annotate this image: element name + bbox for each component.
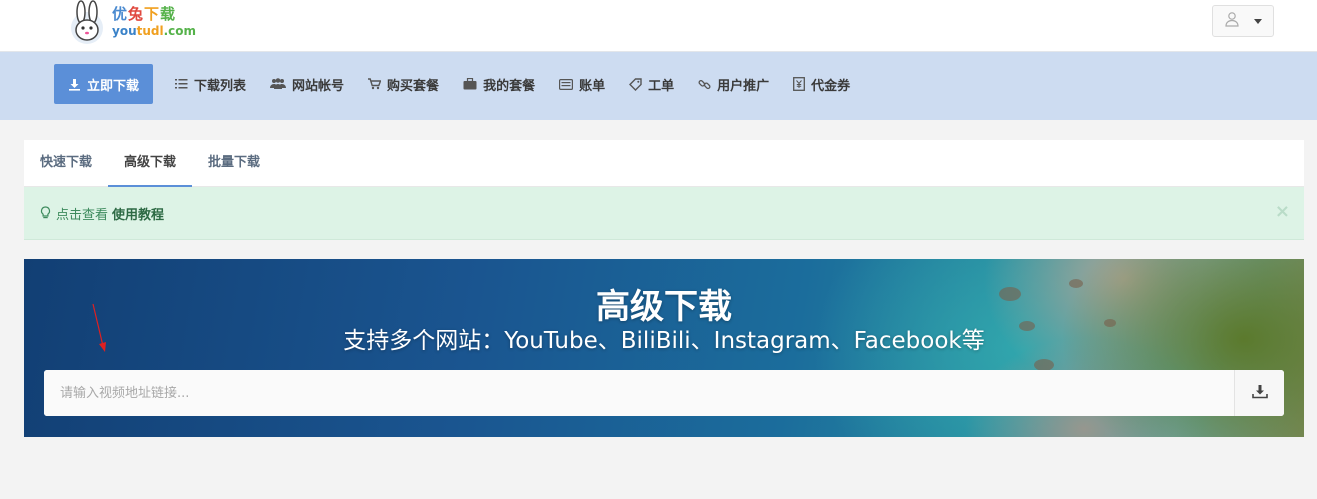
nav-tickets[interactable]: 工单 — [617, 64, 686, 104]
nav-bills[interactable]: 账单 — [547, 64, 617, 104]
lightbulb-icon — [40, 206, 51, 220]
link-icon — [698, 78, 711, 91]
bill-icon — [559, 78, 574, 90]
cart-icon — [368, 78, 382, 90]
coupon-icon — [793, 77, 806, 91]
download-icon — [68, 78, 81, 91]
download-panel: 快速下载 高级下载 批量下载 点击查看 使用教程 × — [24, 140, 1304, 240]
tutorial-link[interactable]: 使用教程 — [112, 204, 164, 223]
rabbit-logo-icon — [66, 0, 108, 44]
logo-domain-text: youtudl.com — [112, 24, 197, 38]
nav-download-list[interactable]: 下载列表 — [163, 64, 258, 104]
advanced-download-hero: 高级下载 支持多个网站：YouTube、BiliBili、Instagram、F… — [24, 259, 1304, 437]
nav-referral[interactable]: 用户推广 — [686, 64, 781, 104]
tab-quick-download[interactable]: 快速下载 — [24, 140, 108, 187]
ticket-icon — [629, 77, 642, 91]
video-url-input[interactable] — [44, 370, 1234, 416]
briefcase-icon — [463, 78, 477, 90]
users-icon — [270, 78, 287, 90]
nav-download-now[interactable]: 立即下载 — [54, 64, 154, 104]
tutorial-alert: 点击查看 使用教程 × — [24, 187, 1304, 240]
main-navbar: 立即下载 下载列表 网站帐号 购买套餐 我的套餐 账单 工单 用户推广 代金券 — [0, 52, 1317, 120]
site-logo[interactable]: 优兔下载 youtudl.com — [66, 0, 196, 44]
nav-coupons[interactable]: 代金券 — [781, 64, 862, 104]
top-header: 优兔下载 youtudl.com — [0, 0, 1317, 52]
download-icon — [1251, 384, 1268, 403]
close-icon[interactable]: × — [1275, 201, 1290, 222]
alert-text: 点击查看 — [56, 207, 109, 223]
hero-subtitle: 支持多个网站：YouTube、BiliBili、Instagram、Facebo… — [343, 328, 985, 354]
tab-advanced-download[interactable]: 高级下载 — [108, 140, 193, 187]
list-icon — [175, 78, 188, 90]
nav-buy-plan[interactable]: 购买套餐 — [356, 64, 451, 104]
chevron-down-icon — [1254, 18, 1262, 24]
download-tabs: 快速下载 高级下载 批量下载 — [24, 140, 1304, 187]
nav-my-plan[interactable]: 我的套餐 — [451, 64, 547, 104]
url-search-bar — [44, 370, 1284, 416]
user-icon — [1224, 11, 1240, 31]
user-menu-button[interactable] — [1212, 5, 1274, 37]
nav-site-accounts[interactable]: 网站帐号 — [258, 64, 356, 104]
download-submit-button[interactable] — [1234, 370, 1284, 416]
tab-batch-download[interactable]: 批量下载 — [192, 140, 276, 187]
logo-chinese-text: 优兔下载 — [112, 5, 177, 23]
